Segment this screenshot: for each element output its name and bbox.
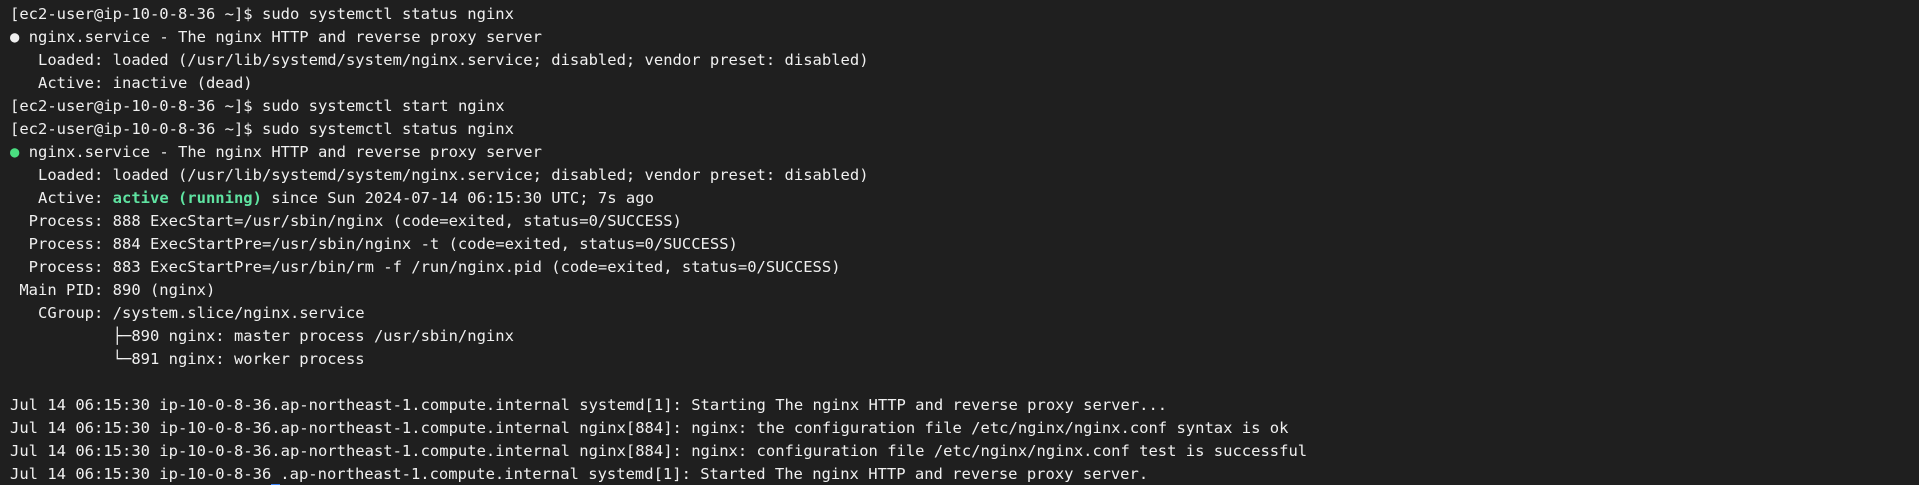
status-bullet-icon: ●: [10, 143, 20, 161]
log-line: Jul 14 06:15:30 ip-10-0-8-36.ap-northeas…: [10, 442, 1308, 460]
command-line: [ec2-user@ip-10-0-8-36 ~]$ sudo systemct…: [10, 3, 1909, 26]
loaded-line: Loaded: loaded (/usr/lib/systemd/system/…: [10, 51, 869, 69]
log-text: .ap-northeast-1.compute.internal systemd…: [280, 465, 1149, 483]
loaded-line: Loaded: loaded (/usr/lib/systemd/system/…: [10, 166, 869, 184]
service-description: nginx.service - The nginx HTTP and rever…: [28, 28, 542, 46]
command-line: [ec2-user@ip-10-0-8-36 ~]$ sudo systemct…: [10, 118, 1909, 141]
shell-prompt: [ec2-user@ip-10-0-8-36 ~]$: [10, 5, 253, 23]
command-line: [ec2-user@ip-10-0-8-36 ~]$ sudo systemct…: [10, 95, 1909, 118]
cgroup-child-line: ├─890 nginx: master process /usr/sbin/ng…: [10, 327, 514, 345]
shell-prompt: [ec2-user@ip-10-0-8-36 ~]$: [10, 97, 253, 115]
active-line: Active: active (running) since Sun 2024-…: [10, 187, 1909, 210]
service-header-line: ● nginx.service - The nginx HTTP and rev…: [10, 26, 1909, 49]
log-text: Jul 14 06:15:30 ip-10-0-8-36: [10, 465, 272, 483]
cgroup-line: CGroup: /system.slice/nginx.service: [10, 304, 365, 322]
command-text: sudo systemctl status nginx: [261, 5, 514, 23]
shell-prompt: [ec2-user@ip-10-0-8-36 ~]$: [10, 120, 253, 138]
log-line: Jul 14 06:15:30 ip-10-0-8-36.ap-northeas…: [10, 419, 1289, 437]
process-line: Process: 884 ExecStartPre=/usr/sbin/ngin…: [10, 235, 738, 253]
process-line: Process: 888 ExecStart=/usr/sbin/nginx (…: [10, 212, 682, 230]
cgroup-child-line: └─891 nginx: worker process: [10, 350, 365, 368]
process-line: Process: 883 ExecStartPre=/usr/bin/rm -f…: [10, 258, 841, 276]
active-since: since Sun 2024-07-14 06:15:30 UTC; 7s ag…: [261, 189, 654, 207]
command-text: sudo systemctl start nginx: [261, 97, 505, 115]
main-pid-line: Main PID: 890 (nginx): [10, 281, 216, 299]
terminal-window[interactable]: [ec2-user@ip-10-0-8-36 ~]$ sudo systemct…: [0, 0, 1919, 485]
command-text: sudo systemctl status nginx: [261, 120, 514, 138]
active-label: Active:: [10, 189, 113, 207]
service-header-line: ● nginx.service - The nginx HTTP and rev…: [10, 141, 1909, 164]
status-bullet-icon: ●: [10, 28, 20, 46]
service-description: nginx.service - The nginx HTTP and rever…: [28, 143, 542, 161]
log-line: Jul 14 06:15:30 ip-10-0-8-36 .ap-northeas…: [10, 463, 1909, 485]
active-state-badge: active (running): [112, 189, 262, 207]
active-line: Active: inactive (dead): [10, 74, 253, 92]
log-line: Jul 14 06:15:30 ip-10-0-8-36.ap-northeas…: [10, 396, 1168, 414]
